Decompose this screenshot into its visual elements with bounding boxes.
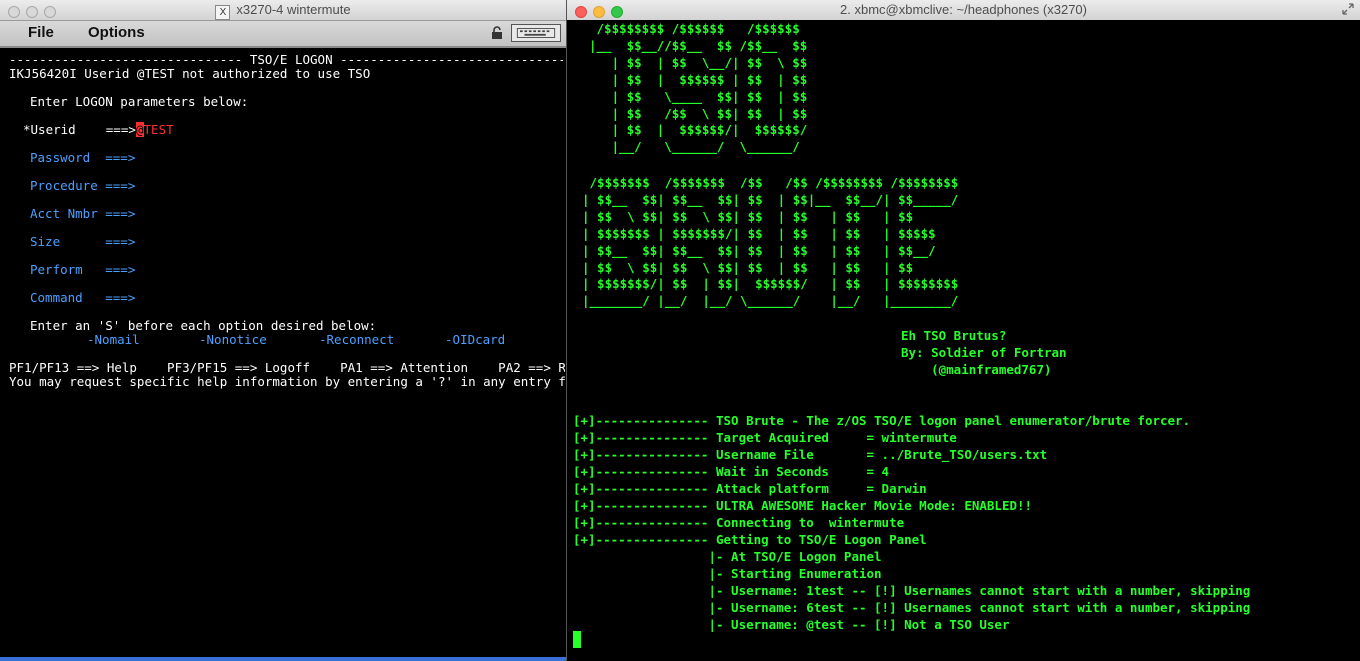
logon-prompt: Enter LOGON parameters below: <box>30 94 249 109</box>
fullscreen-icon[interactable] <box>1342 3 1354 15</box>
log-line: |- Username: @test -- [!] Not a TSO User <box>573 617 1010 632</box>
tso-ascii-banner: /$$$$$$$$ /$$$$$$ /$$$$$$ |__ $$__//$$__ … <box>589 21 807 156</box>
status-line <box>0 657 566 661</box>
terminal-output[interactable]: /$$$$$$$$ /$$$$$$ /$$$$$$ |__ $$__//$$__ … <box>567 20 1360 661</box>
credits-author: By: Soldier of Fortran <box>901 345 1067 360</box>
banner-line: |_______/ |__/ |__/ \______/ |__/ |_____… <box>582 293 959 309</box>
brute-ascii-banner: /$$$$$$$ /$$$$$$$ /$$ /$$ /$$$$$$$$ /$$$… <box>582 175 958 310</box>
size-field[interactable]: Size ===> <box>30 235 135 249</box>
option-nonotice[interactable]: -Nonotice <box>199 333 267 347</box>
log-line: |- Username: 6test -- [!] Usernames cann… <box>573 600 1251 615</box>
option-oidcard[interactable]: -OIDcard <box>445 333 505 347</box>
perform-field[interactable]: Perform ===> <box>30 263 135 277</box>
logon-header: ------------------------------- TSO/E LO… <box>9 53 563 67</box>
error-message: IKJ56420I Userid @TEST not authorized to… <box>9 66 371 81</box>
userid-field[interactable]: @TEST <box>136 122 174 137</box>
userid-value: TEST <box>143 122 174 137</box>
banner-line: |__ $$__//$$__ $$ /$$__ $$ <box>589 37 808 53</box>
credits-handle: (@mainframed767) <box>901 362 1052 377</box>
credits-title: Eh TSO Brutus? <box>901 328 1007 343</box>
log-line: [+]--------------- Connecting to winterm… <box>573 515 905 530</box>
log-line: [+]--------------- Username File = ../Br… <box>573 447 1048 462</box>
menubar: File Options <box>0 21 566 48</box>
log-line: |- Username: 1test -- [!] Usernames cann… <box>573 583 1251 598</box>
window-title: Xx3270-4 wintermute <box>0 2 566 20</box>
banner-line: | $$ | $$$$$$/| $$$$$$/ <box>589 122 808 138</box>
banner-line: | $$$$$$$ | $$$$$$$/| $$ | $$ | $$ | $$$… <box>582 225 936 241</box>
banner-line: | $$__ $$| $$__ $$| $$ | $$ | $$ | $$__/ <box>582 242 936 258</box>
option-nomail[interactable]: -Nomail <box>87 333 140 347</box>
banner-line: | $$__ $$| $$__ $$| $$ | $$|__ $$__/| $$… <box>582 191 959 207</box>
procedure-field[interactable]: Procedure ===> <box>30 179 135 193</box>
x3270-window: Xx3270-4 wintermute File Options -------… <box>0 0 566 661</box>
log-line: [+]--------------- Target Acquired = win… <box>573 430 957 445</box>
pf-key-line: PF1/PF13 ==> Help PF3/PF15 ==> Logoff PA… <box>9 361 565 375</box>
banner-line: /$$$$$$$ /$$$$$$$ /$$ /$$ /$$$$$$$$ /$$$… <box>582 175 959 190</box>
banner-line: |__/ \______/ \______/ <box>589 139 800 155</box>
help-line: You may request specific help informatio… <box>9 374 566 389</box>
lock-icon[interactable] <box>490 26 504 40</box>
option-prompt: Enter an 'S' before each option desired … <box>30 318 377 333</box>
terminal-cursor <box>573 631 581 648</box>
banner-line: | $$ | $$$$$$ | $$ | $$ <box>589 71 808 87</box>
password-field[interactable]: Password ===> <box>30 151 135 165</box>
tso-logon-screen[interactable]: ------------------------------- TSO/E LO… <box>0 48 566 656</box>
window-title-text: x3270-4 wintermute <box>236 2 351 17</box>
keypad-icon[interactable] <box>511 24 561 42</box>
log-line: |- At TSO/E Logon Panel <box>573 549 882 564</box>
banner-line: | $$ | $$ \__/| $$ \ $$ <box>589 54 808 70</box>
banner-line: | $$ \ $$| $$ \ $$| $$ | $$ | $$ | $$ <box>582 208 914 224</box>
log-line: [+]--------------- Wait in Seconds = 4 <box>573 464 890 479</box>
left-titlebar[interactable]: Xx3270-4 wintermute <box>0 0 566 21</box>
menu-options[interactable]: Options <box>88 24 145 41</box>
banner-line: | $$ /$$ \ $$| $$ | $$ <box>589 105 808 121</box>
window-title: 2. xbmc@xbmclive: ~/headphones (x3270) <box>840 2 1087 17</box>
terminal-window: 2. xbmc@xbmclive: ~/headphones (x3270) /… <box>566 0 1360 661</box>
option-reconnect[interactable]: -Reconnect <box>319 333 394 347</box>
banner-line: /$$$$$$$$ /$$$$$$ /$$$$$$ <box>589 21 800 36</box>
banner-line: | $$ \____ $$| $$ | $$ <box>589 88 808 104</box>
banner-line: | $$ \ $$| $$ \ $$| $$ | $$ | $$ | $$ <box>582 259 914 275</box>
x11-icon: X <box>215 5 231 20</box>
log-line: [+]--------------- TSO Brute - The z/OS … <box>573 413 1191 428</box>
menu-file[interactable]: File <box>28 24 54 41</box>
terminal-cursor: @ <box>136 122 144 137</box>
command-field[interactable]: Command ===> <box>30 291 135 305</box>
log-output: [+]--------------- TSO Brute - The z/OS … <box>573 412 1250 633</box>
right-titlebar[interactable]: 2. xbmc@xbmclive: ~/headphones (x3270) <box>567 0 1360 21</box>
log-line: [+]--------------- Getting to TSO/E Logo… <box>573 532 927 547</box>
log-line: |- Starting Enumeration <box>573 566 882 581</box>
banner-line: | $$$$$$$/| $$ | $$| $$$$$$/ | $$ | $$$$… <box>582 276 959 292</box>
userid-label: *Userid ===> <box>23 122 136 137</box>
log-line: [+]--------------- Attack platform = Dar… <box>573 481 927 496</box>
acct-nmbr-field[interactable]: Acct Nmbr ===> <box>30 207 135 221</box>
log-line: [+]--------------- ULTRA AWESOME Hacker … <box>573 498 1033 513</box>
